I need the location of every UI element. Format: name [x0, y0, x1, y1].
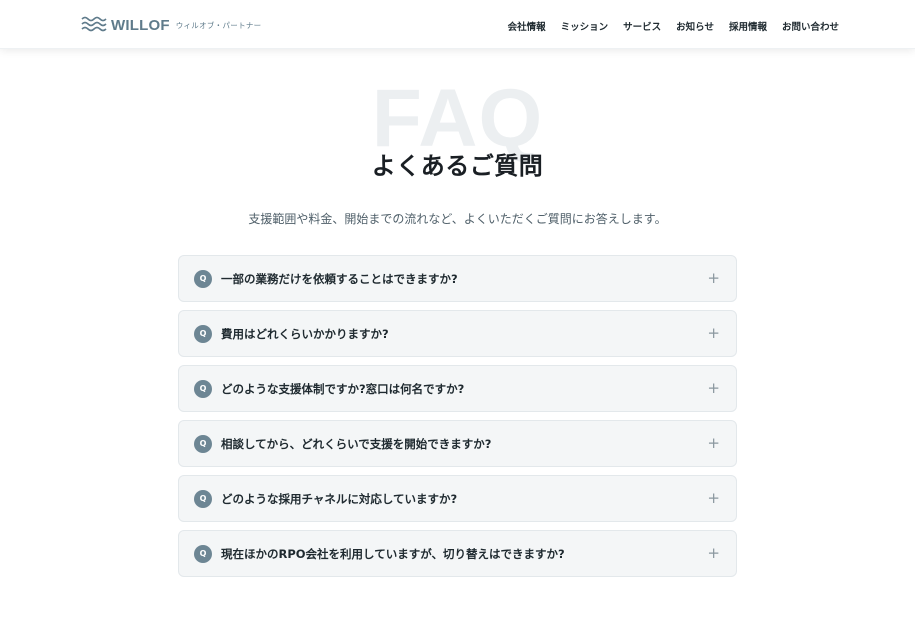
- faq-question: どのような支援体制ですか?窓口は何名ですか?: [221, 381, 465, 396]
- site-header: WILLOF ウィルオブ・パートナー 会社情報 ミッション サービス お知らせ …: [0, 0, 915, 49]
- nav-service[interactable]: サービス: [623, 19, 661, 33]
- faq-question: 費用はどれくらいかかりますか?: [221, 326, 389, 341]
- question-badge: Q: [194, 434, 212, 453]
- faq-item[interactable]: Q どのような支援体制ですか?窓口は何名ですか? +: [178, 365, 737, 412]
- faq-item[interactable]: Q 相談してから、どれくらいで支援を開始できますか? +: [178, 420, 737, 467]
- question-badge: Q: [194, 544, 212, 563]
- plus-icon[interactable]: +: [707, 326, 720, 341]
- nav-recruit[interactable]: 採用情報: [729, 19, 767, 33]
- plus-icon[interactable]: +: [707, 546, 720, 561]
- nav-news[interactable]: お知らせ: [676, 19, 714, 33]
- faq-question: どのような採用チャネルに対応していますか?: [221, 491, 458, 506]
- plus-icon[interactable]: +: [707, 491, 720, 506]
- logo-subtitle: ウィルオブ・パートナー: [175, 20, 262, 30]
- logo[interactable]: WILLOF ウィルオブ・パートナー: [81, 15, 262, 35]
- question-badge: Q: [194, 489, 212, 508]
- page-subtitle: 支援範囲や料金、開始までの流れなど、よくいただくご質問にお答えします。: [248, 212, 667, 226]
- question-badge: Q: [194, 324, 212, 343]
- nav-contact[interactable]: お問い合わせ: [782, 19, 839, 33]
- faq-list: Q 一部の業務だけを依頼することはできますか? + Q 費用はどれくらいかかりま…: [178, 255, 737, 585]
- faq-item[interactable]: Q 現在ほかのRPO会社を利用していますが、切り替えはできますか? +: [178, 530, 737, 577]
- nav-mission[interactable]: ミッション: [561, 19, 609, 33]
- faq-question: 相談してから、どれくらいで支援を開始できますか?: [221, 436, 492, 451]
- plus-icon[interactable]: +: [707, 436, 720, 451]
- faq-item[interactable]: Q 一部の業務だけを依頼することはできますか? +: [178, 255, 737, 302]
- waves-logo-icon: [81, 16, 107, 32]
- faq-item[interactable]: Q 費用はどれくらいかかりますか? +: [178, 310, 737, 357]
- plus-icon[interactable]: +: [707, 271, 720, 286]
- faq-question: 一部の業務だけを依頼することはできますか?: [221, 271, 458, 286]
- main-nav: 会社情報 ミッション サービス お知らせ 採用情報 お問い合わせ: [508, 19, 839, 33]
- question-badge: Q: [194, 269, 212, 288]
- logo-name: WILLOF: [111, 16, 170, 34]
- plus-icon[interactable]: +: [707, 381, 720, 396]
- page-title: よくあるご質問: [371, 152, 544, 180]
- question-badge: Q: [194, 379, 212, 398]
- faq-question: 現在ほかのRPO会社を利用していますが、切り替えはできますか?: [221, 546, 565, 561]
- faq-item[interactable]: Q どのような採用チャネルに対応していますか? +: [178, 475, 737, 522]
- nav-company[interactable]: 会社情報: [508, 19, 546, 33]
